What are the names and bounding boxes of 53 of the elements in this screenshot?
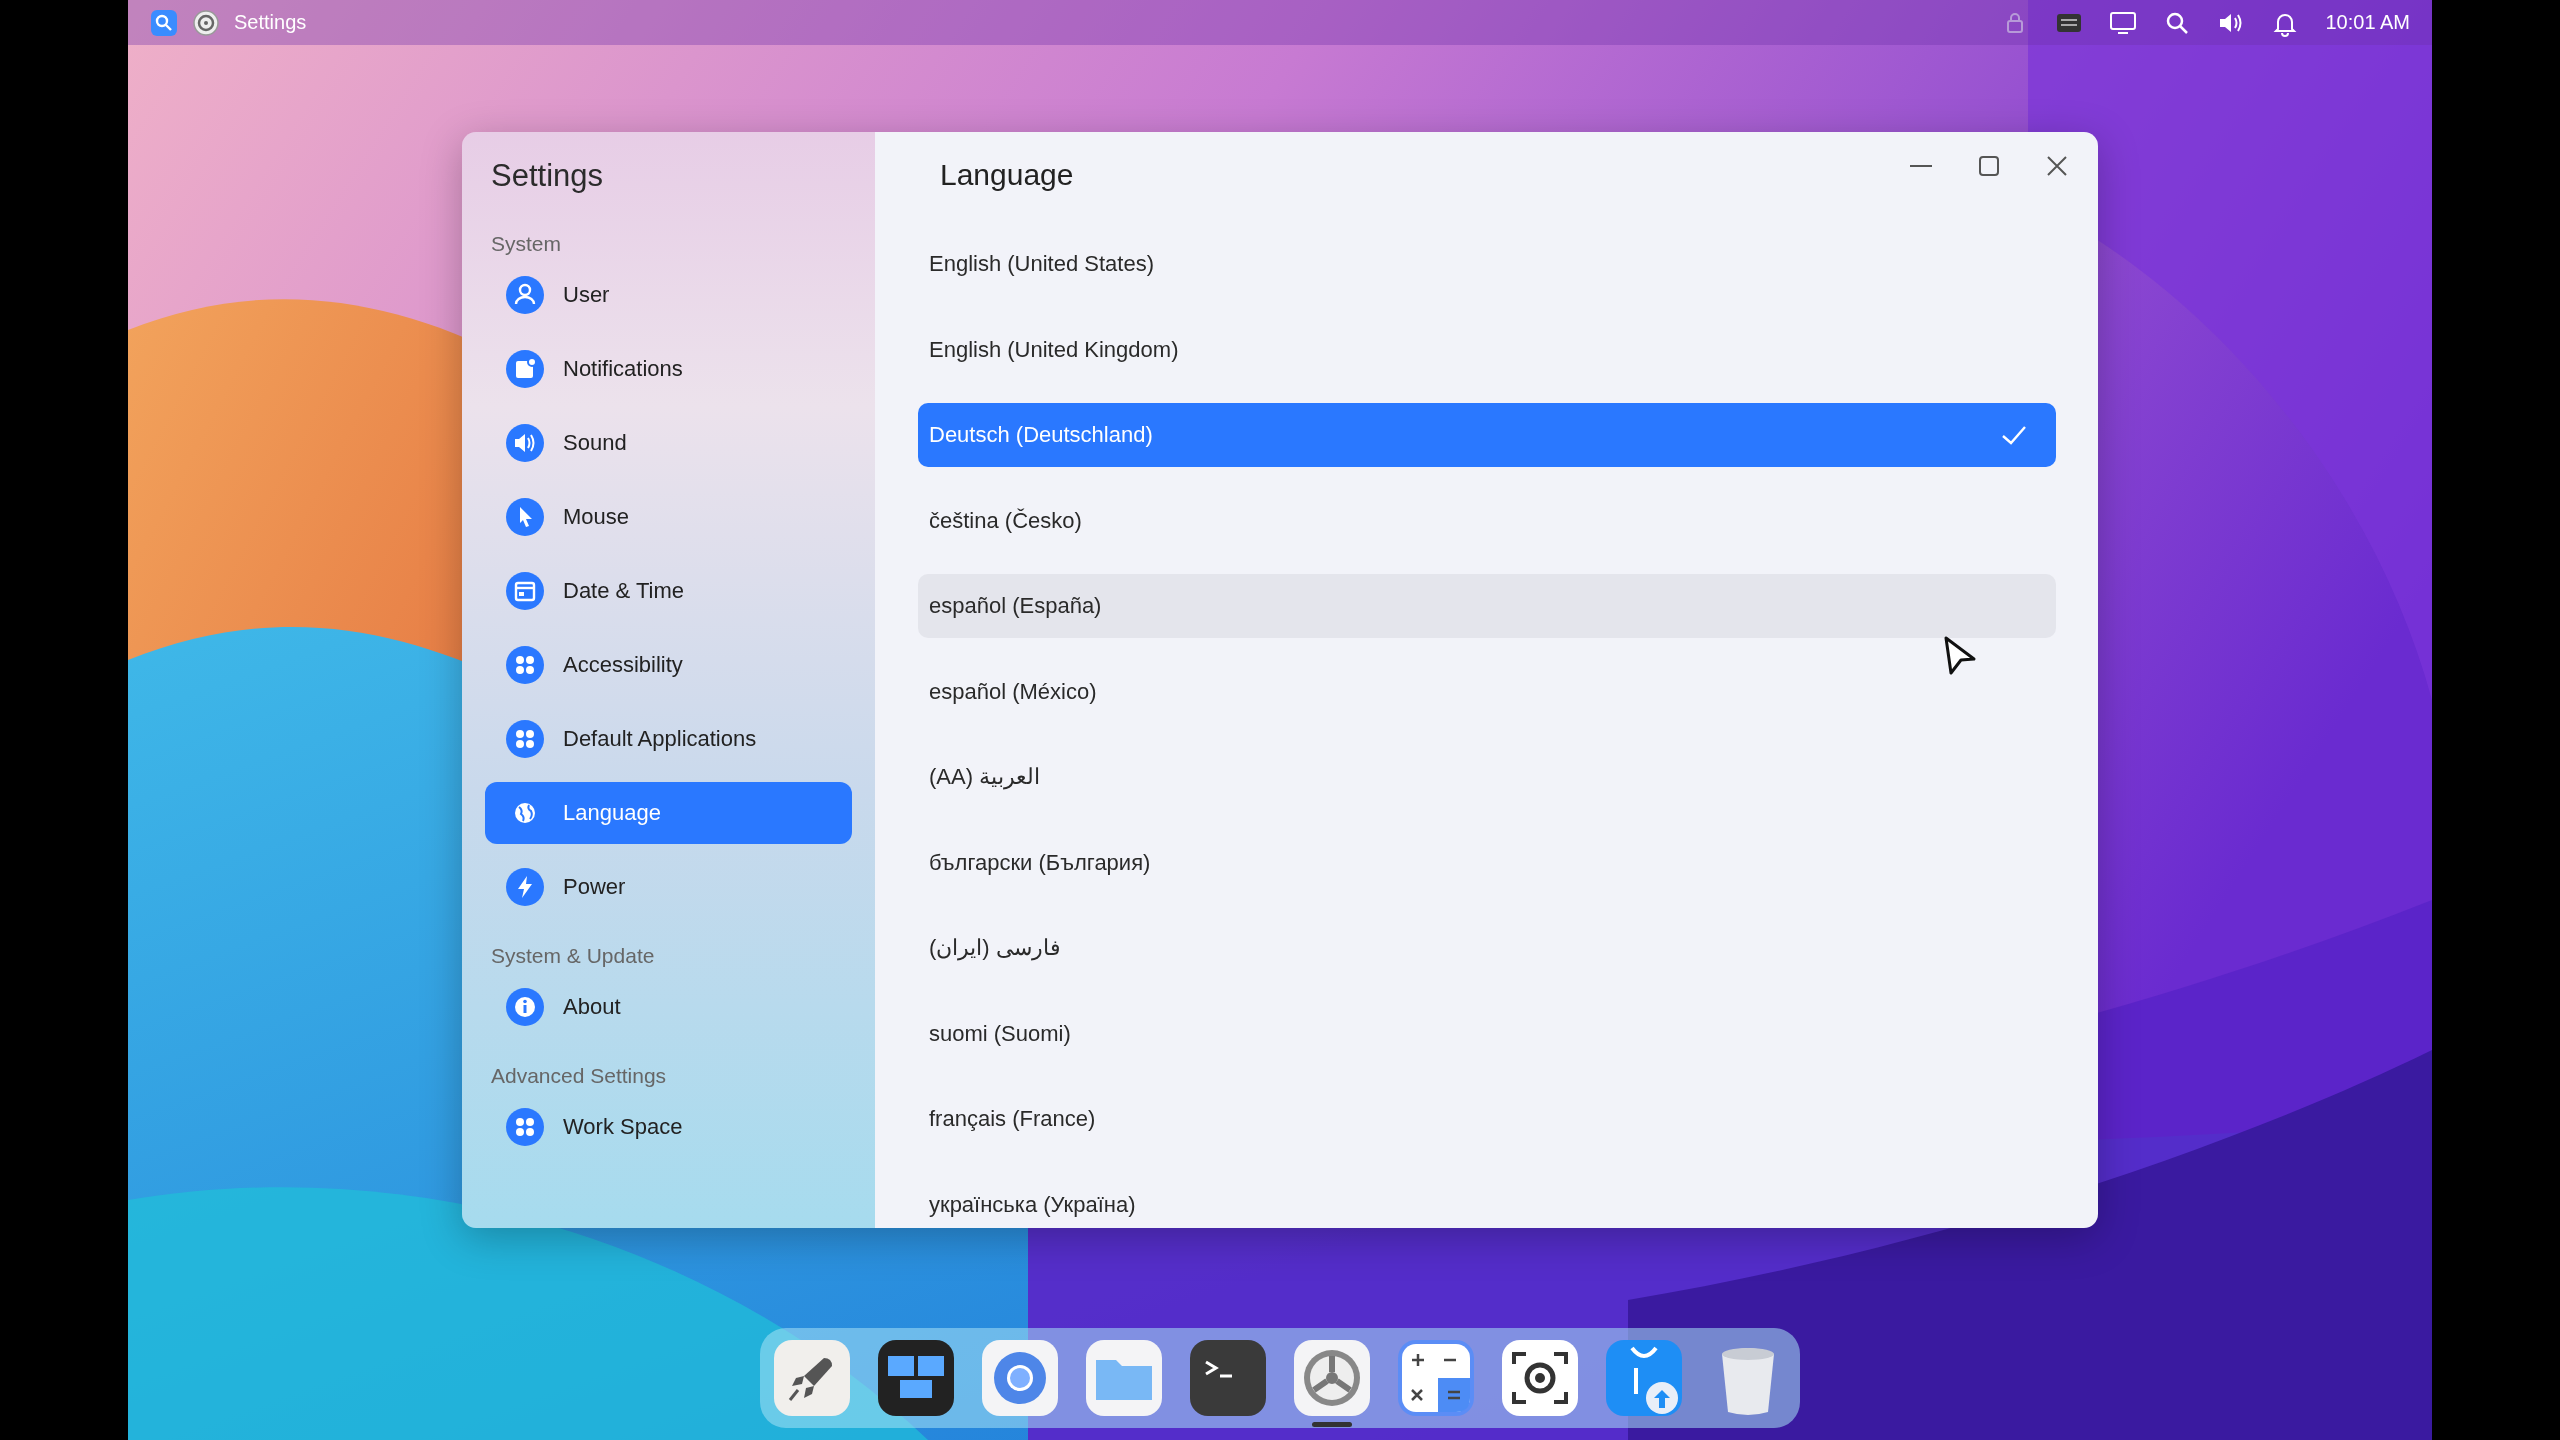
language-option[interactable]: français (France) <box>918 1087 2056 1151</box>
calculator-icon[interactable] <box>1396 1338 1476 1418</box>
sidebar-item[interactable]: Notifications <box>485 338 852 400</box>
language-option[interactable]: українська (Україна) <box>918 1172 2056 1228</box>
section-label: System & Update <box>491 944 655 968</box>
browser-icon[interactable] <box>980 1338 1060 1418</box>
folder-icon[interactable] <box>1084 1338 1164 1418</box>
section-label: Advanced Settings <box>491 1064 667 1088</box>
camera-icon[interactable] <box>1500 1338 1580 1418</box>
language-option[interactable]: فارسی (ایران) <box>918 916 2056 980</box>
language-option[interactable]: español (España) <box>918 574 2056 638</box>
language-option[interactable]: español (México) <box>918 659 2056 724</box>
sidebar-item[interactable]: User <box>485 264 852 326</box>
sidebar-item[interactable]: Date & Time <box>485 560 852 622</box>
minimize-icon <box>1910 165 1932 167</box>
page-title: Language <box>940 158 1074 192</box>
sidebar-item[interactable]: Power <box>485 856 852 918</box>
search-app-icon[interactable] <box>150 8 178 37</box>
grid-icon <box>505 719 545 759</box>
app-title: Settings <box>234 11 307 34</box>
sidebar-title: Settings <box>491 158 603 194</box>
sidebar-item[interactable]: About <box>485 976 852 1038</box>
sidebar-item[interactable]: Work Space <box>485 1096 852 1158</box>
language-option[interactable]: English (United Kingdom) <box>918 317 2056 382</box>
store-icon[interactable] <box>1604 1338 1684 1418</box>
language-option[interactable]: العربية (AA) <box>918 745 2056 809</box>
language-option[interactable]: български (България) <box>918 830 2056 895</box>
sidebar-item[interactable]: Accessibility <box>485 634 852 696</box>
pointer-icon <box>505 497 545 537</box>
language-option[interactable]: English (United States) <box>918 232 2056 296</box>
window-grid-icon[interactable] <box>876 1338 956 1418</box>
grid-icon <box>505 645 545 685</box>
notification-icon <box>505 349 545 389</box>
language-option[interactable]: Deutsch (Deutschland) <box>918 403 2056 467</box>
speaker-icon <box>505 423 545 463</box>
close-icon <box>2047 156 2067 176</box>
bolt-icon <box>505 867 545 907</box>
clock: 10:01 AM <box>2325 11 2410 34</box>
terminal-icon[interactable] <box>1188 1338 1268 1418</box>
language-option[interactable]: čeština (Česko) <box>918 488 2056 553</box>
user-icon <box>505 275 545 315</box>
rocket-icon[interactable] <box>772 1338 852 1418</box>
info-icon <box>505 987 545 1027</box>
sidebar-item[interactable]: Mouse <box>485 486 852 548</box>
language-option[interactable]: suomi (Suomi) <box>918 1001 2056 1066</box>
sidebar-item[interactable]: Sound <box>485 412 852 474</box>
grid-icon <box>505 1107 545 1147</box>
calendar-icon <box>505 571 545 611</box>
sidebar-item[interactable]: Default Applications <box>485 708 852 770</box>
running-indicator <box>1312 1422 1352 1427</box>
maximize-icon <box>1979 156 1999 176</box>
sidebar-item[interactable]: Language <box>485 782 852 844</box>
section-label: System <box>491 232 561 256</box>
